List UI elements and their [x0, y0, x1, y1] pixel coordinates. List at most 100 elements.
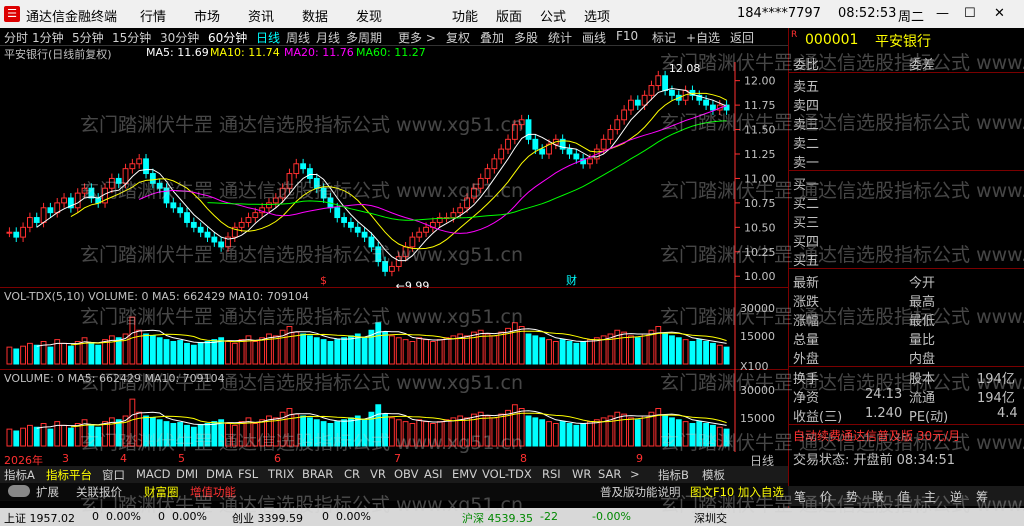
sz-exchange[interactable]: 深圳交: [694, 510, 727, 526]
menu-item-market[interactable]: 市场: [194, 6, 220, 25]
candle-body: [47, 207, 54, 214]
tab-more-arrow[interactable]: >: [630, 467, 640, 481]
tab-dma[interactable]: DMA: [206, 467, 233, 481]
cy-index[interactable]: 创业 3399.59: [232, 510, 303, 526]
tab-basic-help[interactable]: 普及版功能说明: [600, 484, 681, 500]
tab-related-quote[interactable]: 关联报价: [76, 484, 122, 500]
menu-item-options[interactable]: 选项: [584, 6, 610, 25]
tab-trix[interactable]: TRIX: [268, 467, 294, 481]
tab-wealth-circle[interactable]: 财富圈: [144, 484, 179, 500]
menu-item-function[interactable]: 功能: [452, 6, 478, 25]
tb-week[interactable]: 周线: [286, 29, 310, 46]
menu-item-layout[interactable]: 版面: [496, 6, 522, 25]
volume-bar: [143, 415, 149, 447]
tb-60min[interactable]: 60分钟: [208, 29, 247, 46]
volume-bar: [136, 329, 143, 365]
tab-vr[interactable]: VR: [370, 467, 386, 481]
tab-value-added[interactable]: 增值功能: [190, 484, 236, 500]
tb-1min[interactable]: 1分钟: [32, 29, 64, 46]
tab-vol-tdx[interactable]: VOL-TDX: [482, 467, 532, 481]
menu-item-formula[interactable]: 公式: [540, 6, 566, 25]
menu-item-data[interactable]: 数据: [302, 6, 328, 25]
tb-mark[interactable]: 标记: [652, 29, 676, 46]
tb-overlay[interactable]: 叠加: [480, 29, 504, 46]
tab-emv[interactable]: EMV: [452, 467, 477, 481]
user-name[interactable]: 184****7797: [737, 6, 821, 21]
volume-bar: [33, 426, 40, 447]
candle-body: [211, 236, 218, 243]
candle-body: [238, 221, 245, 228]
volume-bar: [429, 341, 436, 365]
cy-change: 0: [322, 510, 329, 523]
close-icon[interactable]: ✕: [994, 6, 1005, 21]
tab-obv[interactable]: OBV: [394, 467, 418, 481]
tool-main[interactable]: 主: [924, 488, 936, 505]
vol-tdx-chart[interactable]: VOL-TDX(5,10) VOLUME: 0 MA5: 662429 MA10…: [0, 288, 788, 373]
tb-more[interactable]: 更多 >: [398, 29, 436, 46]
tb-adjust[interactable]: 复权: [446, 29, 470, 46]
ad-banner[interactable]: 自动续费通达信普及版 30元/月: [793, 427, 960, 444]
candle-body: [313, 177, 320, 189]
tool-value[interactable]: 值: [898, 488, 910, 505]
tool-trend[interactable]: 势: [846, 488, 858, 505]
tab-fsl[interactable]: FSL: [238, 467, 258, 481]
tb-f10[interactable]: F10: [616, 29, 638, 43]
sh-index[interactable]: 上证 1957.02: [4, 510, 75, 526]
tb-draw[interactable]: 画线: [582, 29, 606, 46]
tab-window[interactable]: 窗口: [102, 467, 125, 483]
menu-item-discover[interactable]: 发现: [356, 6, 382, 25]
menu-item-news[interactable]: 资讯: [248, 6, 274, 25]
volume-bar: [539, 419, 546, 447]
volume-bar: [511, 322, 518, 365]
tb-5min[interactable]: 5分钟: [72, 29, 104, 46]
stock-name-label: 平安银行(日线前复权): [4, 48, 112, 61]
tab-wr[interactable]: WR: [572, 467, 591, 481]
tab-brar[interactable]: BRAR: [302, 467, 333, 481]
toggle-icon[interactable]: [8, 485, 30, 497]
tool-link[interactable]: 联: [872, 488, 884, 505]
cy-pct: 0.00%: [336, 510, 371, 523]
volume-bar: [259, 337, 266, 365]
volume-bar: [518, 326, 525, 365]
tb-intraday[interactable]: 分时: [4, 29, 28, 46]
tab-extend[interactable]: 扩展: [36, 484, 59, 500]
tab-sar[interactable]: SAR: [598, 467, 621, 481]
hs-index[interactable]: 沪深 4539.35: [462, 510, 533, 526]
tool-price[interactable]: 价: [820, 488, 832, 505]
tb-month[interactable]: 月线: [316, 29, 340, 46]
tab-template[interactable]: 模板: [702, 467, 725, 483]
volume-bar: [149, 417, 156, 447]
volume-bar: [587, 421, 593, 447]
kline-chart[interactable]: 12.00 11.75 11.50 11.25 11.00 10.75 10.50 10.25…: [0, 62, 788, 292]
tab-f10-add[interactable]: 图文F10 加入自选: [690, 484, 784, 500]
tool-reverse[interactable]: 逆: [950, 488, 962, 505]
tab-dmi[interactable]: DMI: [176, 467, 198, 481]
tb-multi-stock[interactable]: 多股: [514, 29, 538, 46]
tool-pen[interactable]: 笔: [794, 488, 806, 505]
menu-item-quote[interactable]: 行情: [140, 6, 166, 25]
tab-macd[interactable]: MACD: [136, 467, 170, 481]
x-tick-6: 6: [274, 452, 281, 465]
volume-bar: [573, 424, 580, 447]
tab-indicator-a[interactable]: 指标A: [4, 467, 35, 483]
tool-chips[interactable]: 筹: [976, 488, 988, 505]
volume-chart[interactable]: VOLUME: 0 MA5: 662429 MA10: 709104 30000 1…: [0, 370, 788, 452]
tb-15min[interactable]: 15分钟: [112, 29, 151, 46]
tab-asi[interactable]: ASI: [424, 467, 443, 481]
tb-back[interactable]: 返回: [730, 29, 754, 46]
volume-bar: [464, 417, 470, 447]
tab-indicator-platform[interactable]: 指标平台: [46, 467, 92, 483]
tb-day[interactable]: 日线: [256, 29, 280, 46]
fin-pe-value: 4.4: [997, 406, 1018, 421]
tab-indicator-b[interactable]: 指标B: [658, 467, 689, 483]
tb-multi-period[interactable]: 多周期: [346, 29, 382, 46]
tb-add-watch[interactable]: +自选: [686, 29, 720, 46]
tb-stats[interactable]: 统计: [548, 29, 572, 46]
volume-bar: [675, 337, 682, 365]
tb-30min[interactable]: 30分钟: [160, 29, 199, 46]
tab-cr[interactable]: CR: [344, 467, 360, 481]
maximize-icon[interactable]: ☐: [964, 6, 976, 21]
minimize-icon[interactable]: —: [936, 6, 949, 21]
volume-bar: [484, 415, 491, 447]
tab-rsi[interactable]: RSI: [542, 467, 561, 481]
